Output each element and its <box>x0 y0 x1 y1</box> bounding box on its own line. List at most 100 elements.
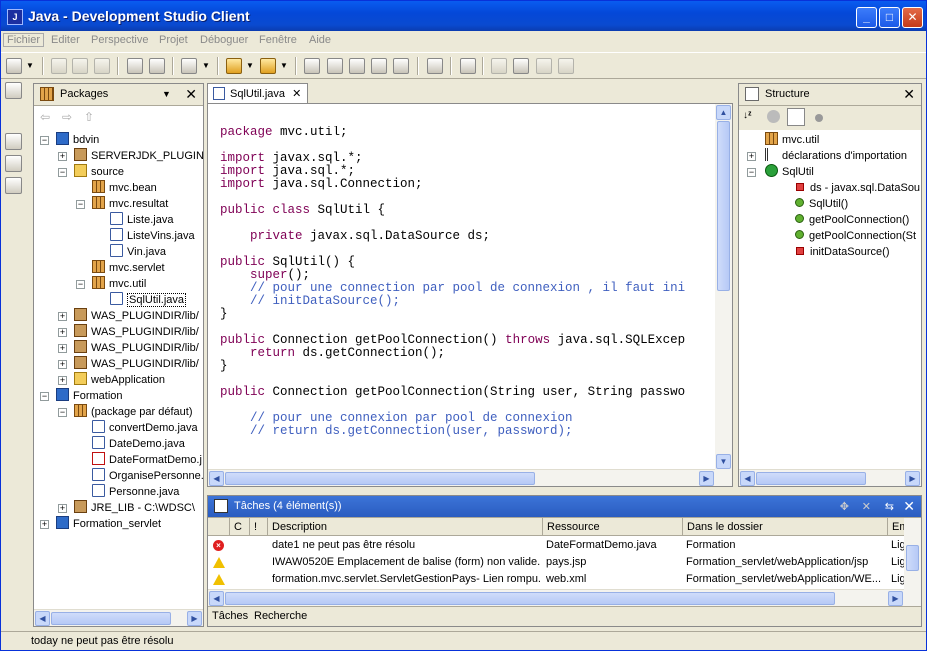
web-perspective-icon[interactable] <box>5 177 22 194</box>
tree-item[interactable]: (package par défaut) <box>74 404 193 420</box>
expand-toggle-icon[interactable]: − <box>76 280 85 289</box>
tab-recherche[interactable]: Recherche <box>254 610 307 622</box>
code-line[interactable]: public class SqlUtil { <box>220 204 715 217</box>
scroll-thumb[interactable] <box>51 612 171 625</box>
scroll-thumb[interactable] <box>225 592 835 605</box>
tree-item[interactable]: WAS_PLUGINDIR/lib/ <box>74 356 199 372</box>
structure-item[interactable]: SqlUtil <box>765 164 814 180</box>
tree-item[interactable]: convertDemo.java <box>92 420 198 436</box>
tree-item[interactable]: mvc.util <box>92 276 146 292</box>
tree-item[interactable]: ListeVins.java <box>110 228 195 244</box>
up-icon[interactable]: ⇧ <box>84 110 94 124</box>
menu-editer[interactable]: Editer <box>51 34 80 46</box>
expand-toggle-icon[interactable]: + <box>58 376 67 385</box>
tree-item[interactable]: mvc.bean <box>92 180 157 196</box>
chevron-down-icon[interactable]: ▼ <box>280 61 288 70</box>
tree-item[interactable]: DateFormatDemo.j <box>92 452 202 468</box>
sort-icon[interactable]: ↓ᶻ <box>743 110 752 121</box>
tree-item[interactable]: mvc.servlet <box>92 260 165 276</box>
table-row[interactable]: formation.mvc.servlet.ServletGestionPays… <box>208 571 921 588</box>
tasks-vscroll[interactable] <box>904 518 921 606</box>
col-priority[interactable]: ! <box>250 518 268 536</box>
scroll-down-icon[interactable]: ▼ <box>716 454 731 469</box>
view-menu-icon[interactable]: ▼ <box>162 89 171 99</box>
filter-icon[interactable]: ⇆ <box>885 500 894 513</box>
new-project-icon[interactable] <box>304 58 320 74</box>
title-bar[interactable]: J Java - Development Studio Client _ □ ✕ <box>1 1 926 31</box>
scroll-thumb[interactable] <box>717 121 730 291</box>
expand-toggle-icon[interactable]: + <box>58 312 67 321</box>
tree-item[interactable]: DateDemo.java <box>92 436 185 452</box>
search-icon[interactable] <box>149 58 165 74</box>
tab-sqlutil[interactable]: SqlUtil.java ✕ <box>207 83 309 103</box>
pin-icon[interactable] <box>460 58 476 74</box>
editor-vscroll[interactable]: ▲ ▼ <box>715 104 732 486</box>
add-task-icon[interactable]: ✥ <box>840 500 849 513</box>
tree-item[interactable]: source <box>74 164 124 180</box>
expand-toggle-icon[interactable]: + <box>40 520 49 529</box>
code-line[interactable] <box>220 451 715 464</box>
tree-item[interactable]: Personne.java <box>92 484 179 500</box>
structure-item[interactable]: mvc.util <box>765 132 819 148</box>
tree-item[interactable]: JRE_LIB - C:\WDSC\ <box>74 500 195 516</box>
chevron-down-icon[interactable]: ▼ <box>202 61 210 70</box>
menu-perspective[interactable]: Perspective <box>91 34 148 46</box>
expand-toggle-icon[interactable]: − <box>58 408 67 417</box>
tree-item[interactable]: Liste.java <box>110 212 173 228</box>
previous-annotation-icon[interactable] <box>558 58 574 74</box>
run-icon[interactable] <box>260 58 276 74</box>
expand-toggle-icon[interactable]: + <box>747 152 756 161</box>
hide-static-icon[interactable] <box>787 108 805 126</box>
structure-hscroll[interactable]: ◀ ▶ <box>739 469 921 486</box>
code-line[interactable]: // initDataSource(); <box>220 295 715 308</box>
table-row[interactable]: × date1 ne peut pas être résolu DateFormat… <box>208 537 921 554</box>
expand-toggle-icon[interactable]: − <box>40 136 49 145</box>
code-line[interactable]: private javax.sql.DataSource ds; <box>220 230 715 243</box>
tree-item[interactable]: WAS_PLUGINDIR/lib/ <box>74 324 199 340</box>
tree-item[interactable]: Formation_servlet <box>56 516 161 532</box>
close-icon[interactable]: ✕ <box>292 88 301 100</box>
tree-item[interactable]: webApplication <box>74 372 165 388</box>
code-line[interactable]: package mvc.util; <box>220 126 715 139</box>
java-perspective-icon[interactable] <box>5 133 22 150</box>
scroll-thumb[interactable] <box>906 545 919 571</box>
col-folder[interactable]: Dans le dossier <box>683 518 888 536</box>
new-interface-icon[interactable] <box>371 58 387 74</box>
tree-item[interactable]: WAS_PLUGINDIR/lib/ <box>74 308 199 324</box>
structure-item[interactable]: getPoolConnection() <box>793 212 909 228</box>
tree-item[interactable]: bdvin <box>56 132 99 148</box>
code-line[interactable]: public Connection getPoolConnection(Stri… <box>220 386 715 399</box>
open-perspective-icon[interactable] <box>427 58 443 74</box>
close-button[interactable]: ✕ <box>902 7 923 28</box>
scroll-left-icon[interactable]: ◀ <box>209 591 224 606</box>
col-description[interactable]: Description <box>268 518 543 536</box>
expand-toggle-icon[interactable]: + <box>58 344 67 353</box>
hide-fields-icon[interactable] <box>767 110 780 123</box>
col-resource[interactable]: Ressource <box>543 518 683 536</box>
structure-item[interactable]: initDataSource() <box>793 244 889 260</box>
chevron-down-icon[interactable]: ▼ <box>246 61 254 70</box>
code-line[interactable]: // return ds.getConnection(user, passwor… <box>220 425 715 438</box>
expand-toggle-icon[interactable]: + <box>58 504 67 513</box>
tree-item[interactable]: Vin.java <box>110 244 166 260</box>
expand-toggle-icon[interactable]: + <box>58 360 67 369</box>
expand-toggle-icon[interactable]: − <box>58 168 67 177</box>
menu-aide[interactable]: Aide <box>309 34 331 46</box>
code-editor[interactable]: package mvc.util; import javax.sql.*; impo… <box>207 103 733 487</box>
tree-item[interactable]: OrganisePersonne. <box>92 468 203 484</box>
structure-item[interactable]: déclarations d'importation <box>765 148 907 164</box>
code-line[interactable]: } <box>220 308 715 321</box>
col-completed[interactable]: C <box>230 518 250 536</box>
menu-fenetre[interactable]: Fenêtre <box>259 34 297 46</box>
structure-item[interactable]: getPoolConnection(St <box>793 228 916 244</box>
close-icon[interactable]: ✕ <box>185 86 197 103</box>
menu-fichier[interactable]: Fichier <box>3 33 45 47</box>
tree-item[interactable]: mvc.resultat <box>92 196 168 212</box>
save-all-icon[interactable] <box>72 58 88 74</box>
structure-item[interactable]: SqlUtil() <box>793 196 848 212</box>
tree-item[interactable]: SERVERJDK_PLUGIN <box>74 148 203 164</box>
back-icon[interactable]: ⇦ <box>40 110 50 124</box>
expand-toggle-icon[interactable]: + <box>58 328 67 337</box>
tab-taches[interactable]: Tâches <box>212 610 248 622</box>
close-icon[interactable]: ✕ <box>903 86 915 103</box>
